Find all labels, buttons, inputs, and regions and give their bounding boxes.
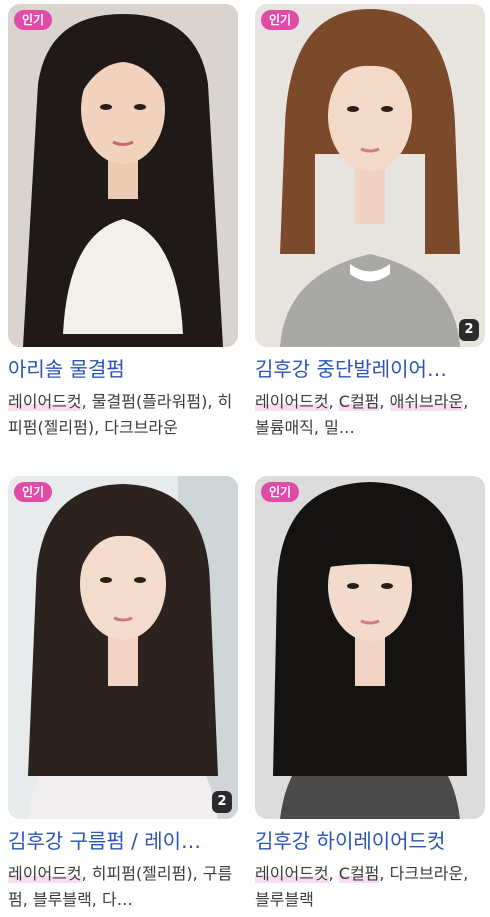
popular-badge: 인기 [261, 10, 300, 30]
tag: 레이어드컷 [255, 392, 329, 411]
tag: 블루블랙 [32, 890, 92, 909]
tag: 다크브라운 [104, 418, 178, 437]
tag: 블루블랙 [255, 890, 314, 909]
hairstyle-title-link[interactable]: 김후강 하이레이어드컷 [255, 827, 485, 855]
tag: C컬펌 [338, 864, 380, 883]
photo-illustration [255, 4, 485, 347]
hairstyle-results-grid: 인기 아리솔 물결펌 레이어드컷, 물결펌(플라워펌), 히피펌(젤리펌), 다… [0, 0, 490, 917]
tag: 레이어드컷 [255, 864, 329, 883]
hairstyle-title-link[interactable]: 김후강 구름펌 / 레이… [8, 827, 238, 855]
hairstyle-photo[interactable]: 인기 2 [255, 4, 485, 347]
hairstyle-title-link[interactable]: 아리솔 물결펌 [8, 355, 238, 383]
popular-badge: 인기 [14, 482, 53, 502]
hairstyle-card[interactable]: 인기 2 김후강 구름펌 / 레이… 레이어드컷, 히피펌(젤리펌), 구름펌,… [8, 476, 238, 913]
hairstyle-photo[interactable]: 인기 [255, 476, 485, 819]
hairstyle-card[interactable]: 인기 2 김후강 중단발레이어… 레이어드컷, C컬펌, 애쉬브라운, 볼륨매직… [255, 4, 485, 441]
tag: 물결펌(플라워펌) [91, 392, 208, 411]
hairstyle-photo[interactable]: 인기 [8, 4, 238, 347]
tag: 다크브라운 [389, 864, 464, 883]
hairstyle-title-link[interactable]: 김후강 중단발레이어… [255, 355, 485, 383]
photo-illustration [255, 476, 485, 819]
tag: 레이어드컷 [8, 864, 82, 883]
hairstyle-card[interactable]: 인기 아리솔 물결펌 레이어드컷, 물결펌(플라워펌), 히피펌(젤리펌), 다… [8, 4, 238, 441]
hairstyle-tags: 레이어드컷, C컬펌, 애쉬브라운, 볼륨매직, 밀… [255, 392, 469, 437]
tag: C컬펌 [338, 392, 380, 411]
popular-badge: 인기 [261, 482, 300, 502]
photo-illustration [8, 4, 238, 347]
hairstyle-card[interactable]: 인기 김후강 하이레이어드컷 레이어드컷, C컬펌, 다크브라운, 블루블랙 [255, 476, 485, 913]
hairstyle-tags: 레이어드컷, 물결펌(플라워펌), 히피펌(젤리펌), 다크브라운 [8, 392, 233, 437]
hairstyle-tags: 레이어드컷, C컬펌, 다크브라운, 블루블랙 [255, 864, 469, 909]
photo-illustration [8, 476, 238, 819]
tag: 히피펌(젤리펌) [91, 864, 193, 883]
popular-badge: 인기 [14, 10, 53, 30]
image-count-badge: 2 [459, 319, 479, 341]
tag: 레이어드컷 [8, 392, 82, 411]
image-count-badge: 2 [212, 791, 232, 813]
tag: 볼륨매직 [255, 418, 314, 437]
tag: 애쉬브라운 [389, 392, 464, 411]
hairstyle-photo[interactable]: 인기 2 [8, 476, 238, 819]
hairstyle-tags: 레이어드컷, 히피펌(젤리펌), 구름펌, 블루블랙, 다… [8, 864, 233, 909]
